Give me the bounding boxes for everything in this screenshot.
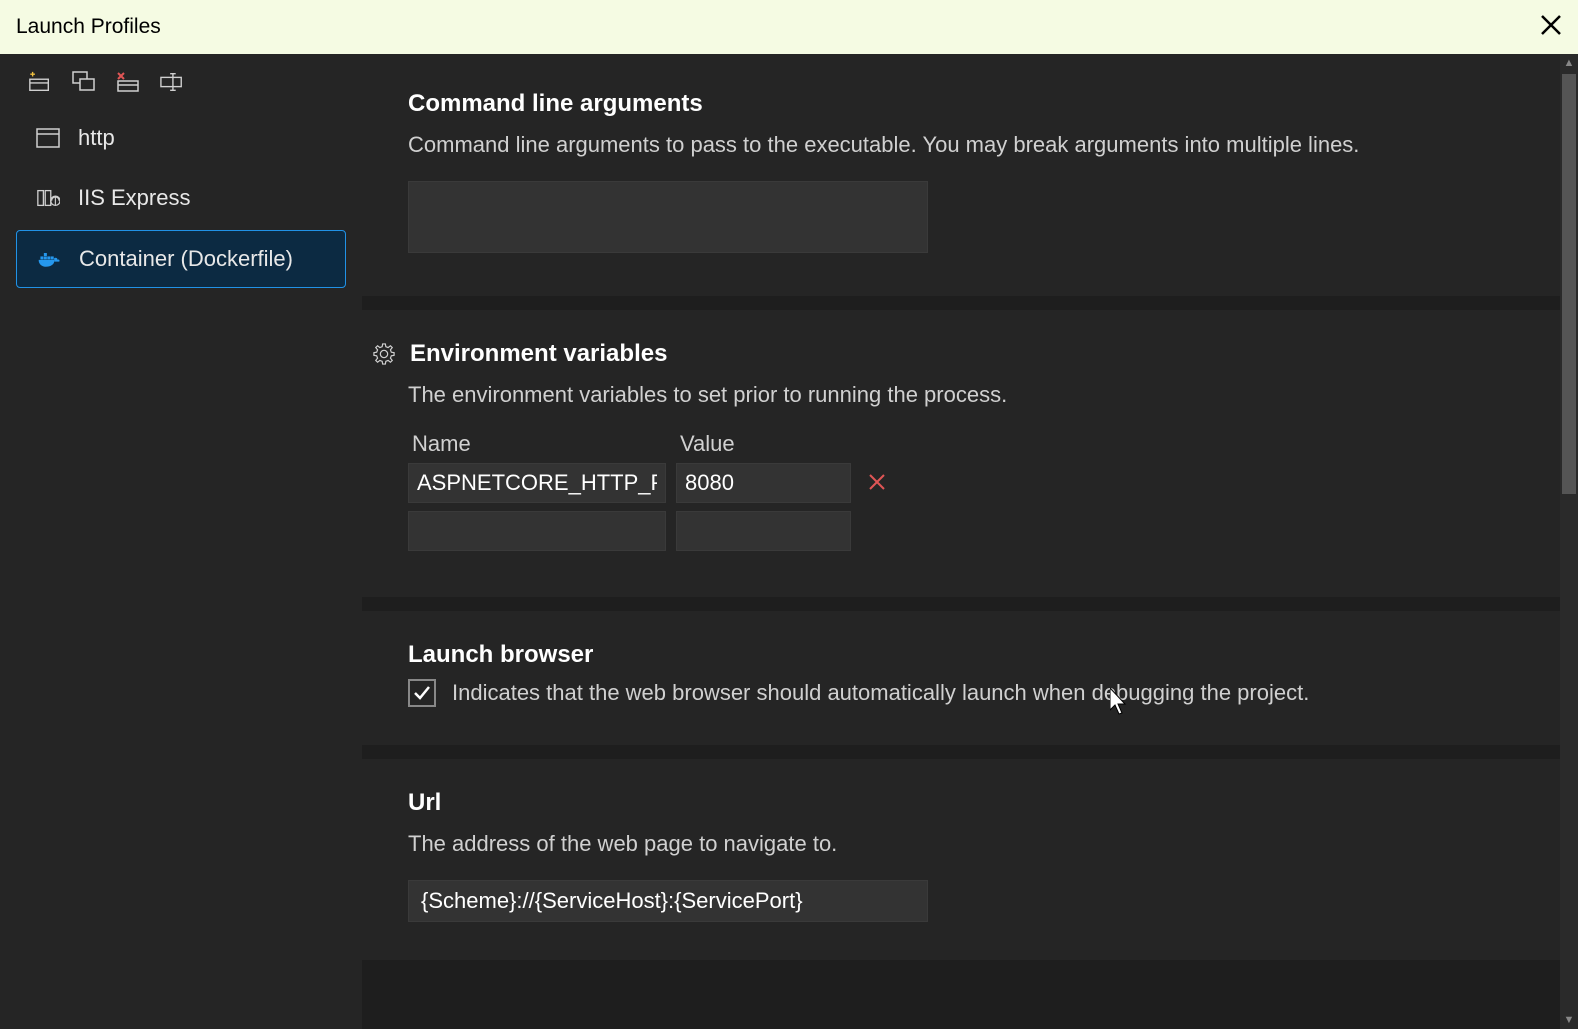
- envvar-value-input[interactable]: [676, 463, 851, 503]
- scrollbar-down-arrow[interactable]: ▼: [1560, 1011, 1578, 1029]
- profile-item-http[interactable]: http: [16, 110, 346, 166]
- gear-icon: [372, 342, 396, 366]
- envvar-name-input[interactable]: [408, 463, 666, 503]
- profile-label: Container (Dockerfile): [79, 246, 293, 272]
- content-panel: Command line arguments Command line argu…: [362, 54, 1578, 1029]
- url-section: Url The address of the web page to navig…: [362, 759, 1578, 960]
- envvar-header-name: Name: [408, 431, 666, 457]
- envvars-desc: The environment variables to set prior t…: [408, 378, 1532, 411]
- envvar-header-value: Value: [676, 431, 851, 457]
- url-title: Url: [408, 789, 1532, 817]
- scrollbar[interactable]: ▲ ▼: [1560, 54, 1578, 1029]
- titlebar: Launch Profiles: [0, 0, 1578, 54]
- sidebar-toolbar: [0, 64, 362, 110]
- envvar-delete-button[interactable]: [867, 470, 887, 496]
- launchbrowser-label: Indicates that the web browser should au…: [452, 680, 1309, 706]
- close-button[interactable]: [1540, 12, 1562, 42]
- delete-profile-icon[interactable]: [116, 72, 140, 92]
- cmdargs-title: Command line arguments: [408, 90, 1532, 118]
- docker-icon: [37, 247, 61, 271]
- new-profile-icon[interactable]: [28, 72, 52, 92]
- envvars-title: Environment variables: [408, 340, 1532, 368]
- window-icon: [36, 126, 60, 150]
- launchbrowser-title: Launch browser: [408, 641, 1532, 669]
- profile-list: http IIS Express Container (Dockerfile): [0, 110, 362, 288]
- sidebar: http IIS Express Container (Dockerfile): [0, 54, 362, 1029]
- launchbrowser-checkbox[interactable]: [408, 679, 436, 707]
- envvars-section: Environment variables The environment va…: [362, 310, 1578, 597]
- scrollbar-thumb[interactable]: [1562, 74, 1576, 494]
- iis-icon: [36, 186, 60, 210]
- envvar-name-input-empty[interactable]: [408, 511, 666, 551]
- window-title: Launch Profiles: [16, 15, 161, 39]
- profile-label: http: [78, 125, 115, 151]
- profile-label: IIS Express: [78, 185, 190, 211]
- profile-item-iis[interactable]: IIS Express: [16, 170, 346, 226]
- launchbrowser-section: Launch browser Indicates that the web br…: [362, 611, 1578, 745]
- cmdargs-section: Command line arguments Command line argu…: [362, 54, 1578, 296]
- duplicate-profile-icon[interactable]: [72, 72, 96, 92]
- cmdargs-input[interactable]: [408, 181, 928, 253]
- url-input[interactable]: [408, 880, 928, 922]
- envvars-table: Name Value: [408, 431, 1532, 551]
- envvar-row: [408, 463, 1532, 503]
- url-desc: The address of the web page to navigate …: [408, 827, 1532, 860]
- envvar-row-empty: [408, 511, 1532, 551]
- rename-profile-icon[interactable]: [160, 72, 184, 92]
- scrollbar-up-arrow[interactable]: ▲: [1560, 54, 1578, 72]
- cmdargs-desc: Command line arguments to pass to the ex…: [408, 128, 1532, 161]
- envvar-value-input-empty[interactable]: [676, 511, 851, 551]
- profile-item-container[interactable]: Container (Dockerfile): [16, 230, 346, 288]
